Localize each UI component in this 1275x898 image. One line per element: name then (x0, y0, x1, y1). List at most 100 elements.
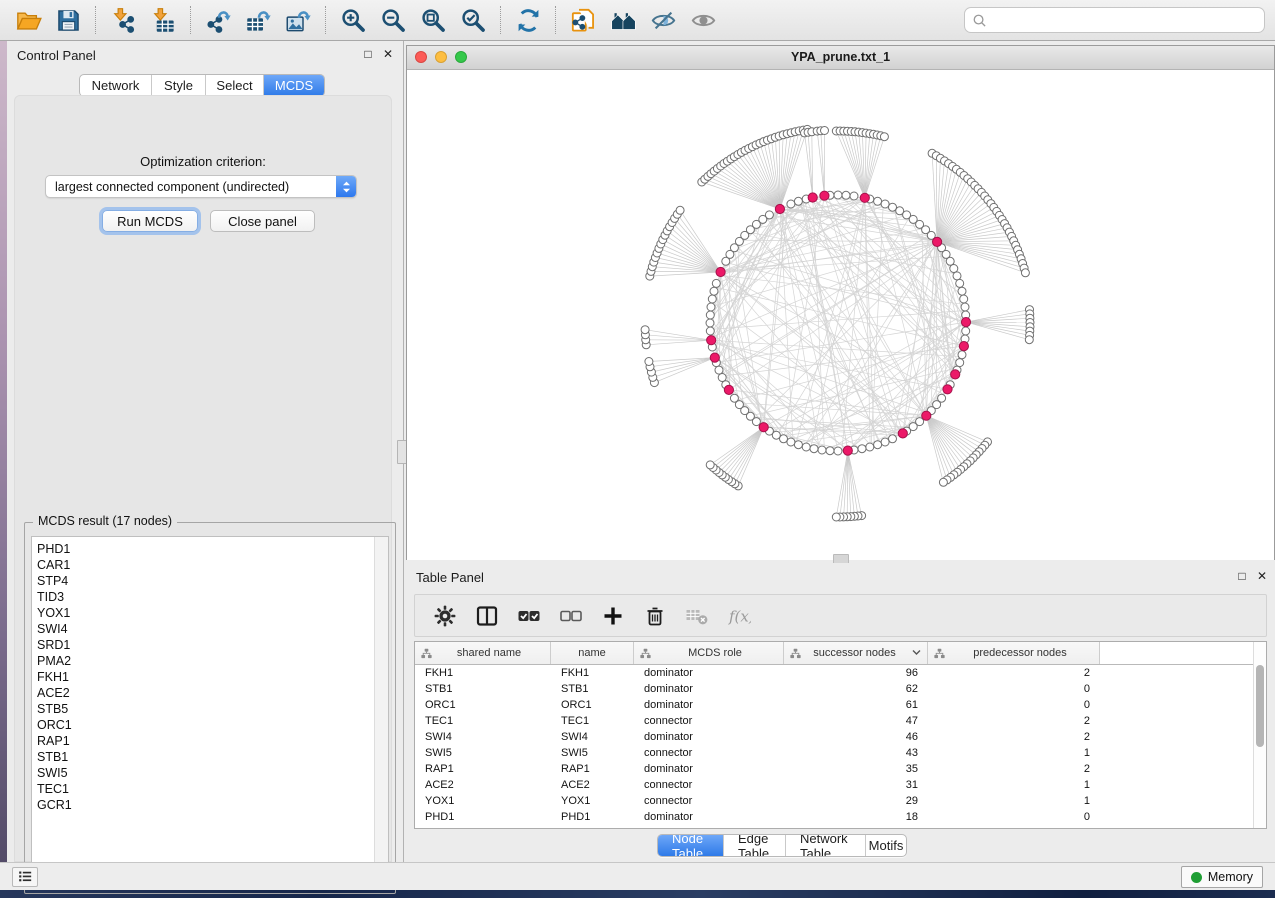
mcds-result-item[interactable]: ACE2 (37, 685, 388, 701)
mcds-result-item[interactable]: YOX1 (37, 605, 388, 621)
task-history-button[interactable] (12, 867, 38, 887)
zoom-selected-icon[interactable] (455, 4, 491, 36)
table-row[interactable]: ORC1ORC1dominator610 (415, 697, 1266, 713)
network-window-titlebar[interactable]: YPA_prune.txt_1 (407, 46, 1274, 70)
mcds-result-list[interactable]: PHD1CAR1STP4TID3YOX1SWI4SRD1PMA2FKH1ACE2… (31, 536, 389, 888)
cell-predecessor-nodes: 0 (928, 809, 1100, 825)
open-file-icon[interactable] (10, 4, 46, 36)
toggle-panel-icon[interactable] (469, 599, 505, 633)
new-network-from-selection-icon[interactable] (565, 4, 601, 36)
cell-shared-name: ACE2 (415, 777, 551, 793)
delete-column-icon[interactable] (637, 599, 673, 633)
show-all-icon[interactable] (685, 4, 721, 36)
table-row[interactable]: FKH1FKH1dominator962 (415, 665, 1266, 681)
tab-mcds[interactable]: MCDS (264, 75, 324, 96)
table-row[interactable]: RAP1RAP1dominator352 (415, 761, 1266, 777)
zoom-fit-icon[interactable] (415, 4, 451, 36)
table-row[interactable]: SWI4SWI4dominator462 (415, 729, 1266, 745)
refresh-network-icon[interactable] (510, 4, 546, 36)
mcds-result-item[interactable]: STB5 (37, 701, 388, 717)
table-row[interactable]: STB1STB1dominator620 (415, 681, 1266, 697)
float-table-panel-icon[interactable]: □ (1238, 569, 1245, 583)
mcds-result-item[interactable]: CAR1 (37, 557, 388, 573)
tab-style[interactable]: Style (152, 75, 206, 96)
zoom-out-icon[interactable] (375, 4, 411, 36)
mcds-result-item[interactable]: SRD1 (37, 637, 388, 653)
memory-button[interactable]: Memory (1181, 866, 1263, 888)
float-panel-icon[interactable]: □ (364, 47, 371, 61)
search-box[interactable] (964, 7, 1265, 33)
column-header-MCDS-role[interactable]: MCDS role (634, 642, 784, 664)
close-table-panel-icon[interactable]: ✕ (1257, 569, 1267, 583)
cell-successor-nodes: 31 (784, 777, 928, 793)
table-row[interactable]: SWI5SWI5connector431 (415, 745, 1266, 761)
table-row[interactable]: YOX1YOX1connector291 (415, 793, 1266, 809)
mcds-result-item[interactable]: TID3 (37, 589, 388, 605)
column-header-name[interactable]: name (551, 642, 634, 664)
add-column-icon[interactable] (595, 599, 631, 633)
export-table-icon[interactable] (240, 4, 276, 36)
select-all-icon[interactable] (511, 599, 547, 633)
save-session-icon[interactable] (50, 4, 86, 36)
cell-shared-name: YOX1 (415, 793, 551, 809)
mcds-result-item[interactable]: ORC1 (37, 717, 388, 733)
mcds-result-item[interactable]: STP4 (37, 573, 388, 589)
network-canvas[interactable] (407, 70, 1274, 560)
tab-motifs[interactable]: Motifs (866, 835, 906, 856)
mcds-result-item[interactable]: SWI5 (37, 765, 388, 781)
deselect-all-icon[interactable] (553, 599, 589, 633)
cell-MCDS-role: dominator (634, 681, 784, 697)
table-panel-title: Table Panel (416, 570, 484, 585)
zoom-in-icon[interactable] (335, 4, 371, 36)
shared-column-icon (640, 648, 651, 659)
cell-predecessor-nodes: 2 (928, 761, 1100, 777)
column-header-shared-name[interactable]: shared name (415, 642, 551, 664)
network-graph[interactable] (407, 70, 1274, 560)
optimization-criterion-select[interactable]: largest connected component (undirected) (45, 175, 357, 198)
cell-MCDS-role: dominator (634, 697, 784, 713)
export-network-icon[interactable] (200, 4, 236, 36)
mcds-result-item[interactable]: GCR1 (37, 797, 388, 813)
table-scrollbar-thumb[interactable] (1256, 665, 1264, 747)
mcds-result-item[interactable]: PMA2 (37, 653, 388, 669)
tab-network[interactable]: Network (80, 75, 152, 96)
tab-edge-table[interactable]: Edge Table (724, 835, 786, 856)
mcds-list-scrollbar[interactable] (374, 537, 388, 887)
run-mcds-button[interactable]: Run MCDS (102, 210, 198, 232)
import-table-icon[interactable] (145, 4, 181, 36)
cell-predecessor-nodes: 1 (928, 745, 1100, 761)
column-header-successor-nodes[interactable]: successor nodes (784, 642, 928, 664)
tab-network-table[interactable]: Network Table (786, 835, 866, 856)
cell-predecessor-nodes: 1 (928, 777, 1100, 793)
table-settings-icon[interactable] (427, 599, 463, 633)
tab-select[interactable]: Select (206, 75, 264, 96)
mcds-result-item[interactable]: SWI4 (37, 621, 388, 637)
shared-column-icon (934, 648, 945, 659)
hide-selected-icon[interactable] (645, 4, 681, 36)
table-scrollbar[interactable] (1253, 642, 1266, 828)
tab-node-table[interactable]: Node Table (658, 835, 724, 856)
mcds-result-item[interactable]: RAP1 (37, 733, 388, 749)
table-panel-header: Table Panel □ ✕ (406, 563, 1275, 587)
first-neighbors-icon[interactable] (605, 4, 641, 36)
mcds-result-item[interactable]: PHD1 (37, 541, 388, 557)
close-panel-icon[interactable]: ✕ (383, 47, 393, 61)
cell-MCDS-role: connector (634, 793, 784, 809)
import-network-icon[interactable] (105, 4, 141, 36)
table-row[interactable]: PHD1PHD1dominator180 (415, 809, 1266, 825)
selected-option: largest connected component (undirected) (46, 180, 336, 194)
close-panel-button[interactable]: Close panel (210, 210, 315, 232)
delete-table-icon (679, 599, 715, 633)
cell-predecessor-nodes: 2 (928, 729, 1100, 745)
cell-name: SWI4 (551, 729, 634, 745)
mcds-result-item[interactable]: TEC1 (37, 781, 388, 797)
table-tabs: Node Table Edge Table Network Table Moti… (657, 834, 907, 857)
mcds-result-item[interactable]: STB1 (37, 749, 388, 765)
column-header-predecessor-nodes[interactable]: predecessor nodes (928, 642, 1100, 664)
export-image-icon[interactable] (280, 4, 316, 36)
table-row[interactable]: ACE2ACE2connector311 (415, 777, 1266, 793)
mcds-result-item[interactable]: FKH1 (37, 669, 388, 685)
search-input[interactable] (992, 10, 1264, 30)
cell-shared-name: ORC1 (415, 697, 551, 713)
table-row[interactable]: TEC1TEC1connector472 (415, 713, 1266, 729)
